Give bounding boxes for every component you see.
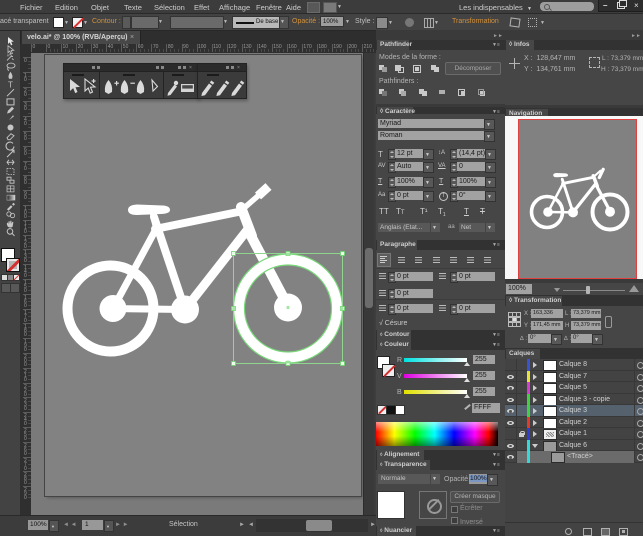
- svg-text:T: T: [8, 81, 13, 90]
